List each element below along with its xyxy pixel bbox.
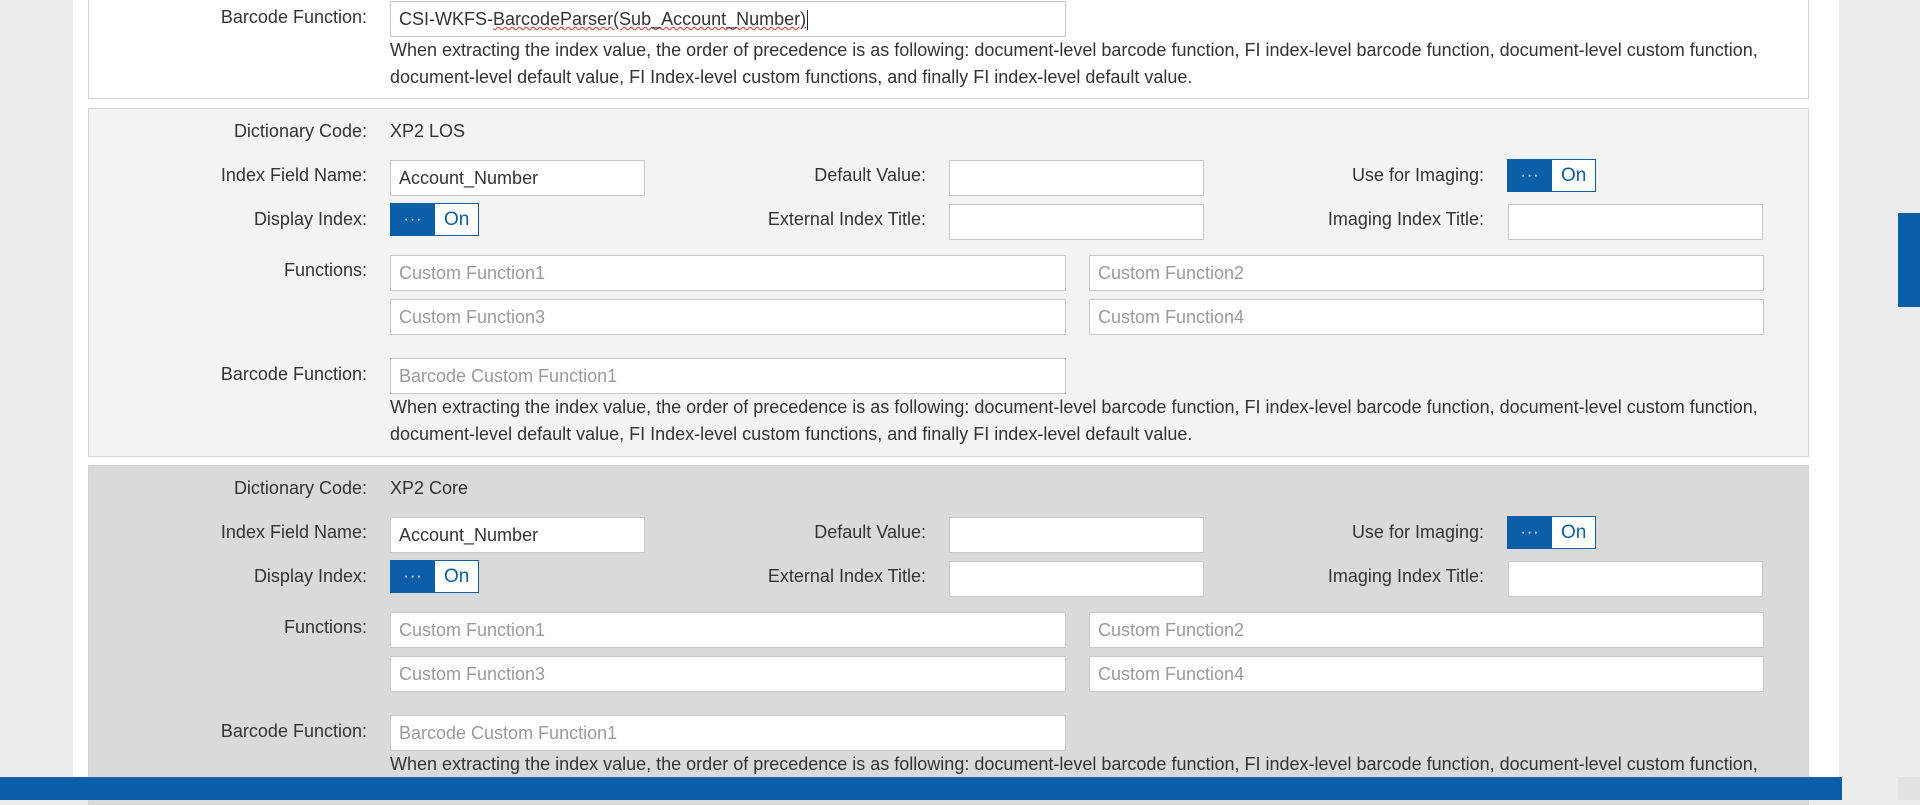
dictionary-code-value: XP2 Core — [390, 478, 469, 498]
text-cursor — [807, 10, 809, 31]
precedence-note-line2: document-level default value, FI Index-l… — [390, 424, 1193, 444]
toggle-state: On — [1561, 521, 1587, 543]
use-for-imaging-label: Use for Imaging: — [1351, 522, 1484, 542]
toggle-state: On — [1561, 164, 1587, 186]
display-index-toggle[interactable]: ··· On — [390, 560, 480, 593]
index-field-name-input[interactable]: Account_Number — [390, 160, 645, 196]
display-index-label: Display Index: — [253, 566, 367, 586]
custom-function2-input[interactable]: Custom Function2 — [1089, 612, 1764, 648]
imaging-index-title-input[interactable] — [1508, 204, 1763, 240]
precedence-note-line1: When extracting the index value, the ord… — [390, 397, 1758, 417]
custom-function1-input[interactable]: Custom Function1 — [390, 612, 1066, 648]
index-field-name-label: Index Field Name: — [220, 522, 367, 542]
scrollbar-corner — [1898, 777, 1920, 800]
display-index-toggle[interactable]: ··· On — [390, 203, 480, 236]
footer-bar — [0, 777, 1842, 800]
functions-label: Functions: — [283, 617, 367, 637]
external-index-title-input[interactable] — [949, 561, 1204, 597]
barcode-function-input[interactable]: CSI-WKFS-BarcodeParser(Sub_Account_Numbe… — [390, 1, 1066, 37]
barcode-custom-function-input[interactable]: Barcode Custom Function1 — [390, 358, 1066, 394]
functions-label: Functions: — [283, 260, 367, 280]
barcode-function-label: Barcode Function: — [220, 721, 367, 741]
default-value-label: Default Value: — [814, 165, 926, 185]
index-field-name-input[interactable]: Account_Number — [390, 517, 645, 553]
precedence-note-line1: When extracting the index value, the ord… — [390, 754, 1758, 774]
default-value-input[interactable] — [949, 160, 1204, 196]
toggle-knob-icon: ··· — [1508, 517, 1552, 548]
toggle-knob-icon: ··· — [391, 204, 435, 235]
custom-function2-input[interactable]: Custom Function2 — [1089, 255, 1764, 291]
imaging-index-title-label: Imaging Index Title: — [1327, 566, 1484, 586]
dictionary-code-label: Dictionary Code: — [233, 121, 367, 141]
external-index-title-label: External Index Title: — [767, 566, 926, 586]
imaging-index-title-label: Imaging Index Title: — [1327, 209, 1484, 229]
barcode-function-label: Barcode Function: — [220, 7, 367, 27]
toggle-knob-icon: ··· — [391, 561, 435, 592]
default-value-input[interactable] — [949, 517, 1204, 553]
use-for-imaging-label: Use for Imaging: — [1351, 165, 1484, 185]
dictionary-code-value: XP2 LOS — [390, 121, 466, 141]
toggle-knob-icon: ··· — [1508, 160, 1552, 191]
barcode-custom-function-input[interactable]: Barcode Custom Function1 — [390, 715, 1066, 751]
precedence-note: When extracting the index value, the ord… — [390, 394, 1790, 448]
custom-function3-input[interactable]: Custom Function3 — [390, 299, 1066, 335]
custom-function1-input[interactable]: Custom Function1 — [390, 255, 1066, 291]
side-panel-tab[interactable] — [1898, 213, 1920, 307]
precedence-note-line1: When extracting the index value, the ord… — [390, 40, 1758, 60]
display-index-label: Display Index: — [253, 209, 367, 229]
custom-function4-input[interactable]: Custom Function4 — [1089, 299, 1764, 335]
barcode-function-value-underlined: BarcodeParser(Sub_Account_Number) — [493, 9, 807, 29]
toggle-state: On — [444, 208, 470, 230]
use-for-imaging-toggle[interactable]: ··· On — [1507, 159, 1597, 192]
custom-function3-input[interactable]: Custom Function3 — [390, 656, 1066, 692]
use-for-imaging-toggle[interactable]: ··· On — [1507, 516, 1597, 549]
dictionary-code-label: Dictionary Code: — [233, 478, 367, 498]
imaging-index-title-input[interactable] — [1508, 561, 1763, 597]
index-field-name-label: Index Field Name: — [220, 165, 367, 185]
default-value-label: Default Value: — [814, 522, 926, 542]
barcode-function-label: Barcode Function: — [220, 364, 367, 384]
precedence-note-line2: document-level default value, FI Index-l… — [390, 67, 1193, 87]
custom-function4-input[interactable]: Custom Function4 — [1089, 656, 1764, 692]
precedence-note: When extracting the index value, the ord… — [390, 37, 1790, 91]
toggle-state: On — [444, 565, 470, 587]
barcode-function-value-prefix: CSI-WKFS- — [399, 9, 493, 29]
precedence-note: When extracting the index value, the ord… — [390, 751, 1790, 778]
external-index-title-label: External Index Title: — [767, 209, 926, 229]
external-index-title-input[interactable] — [949, 204, 1204, 240]
